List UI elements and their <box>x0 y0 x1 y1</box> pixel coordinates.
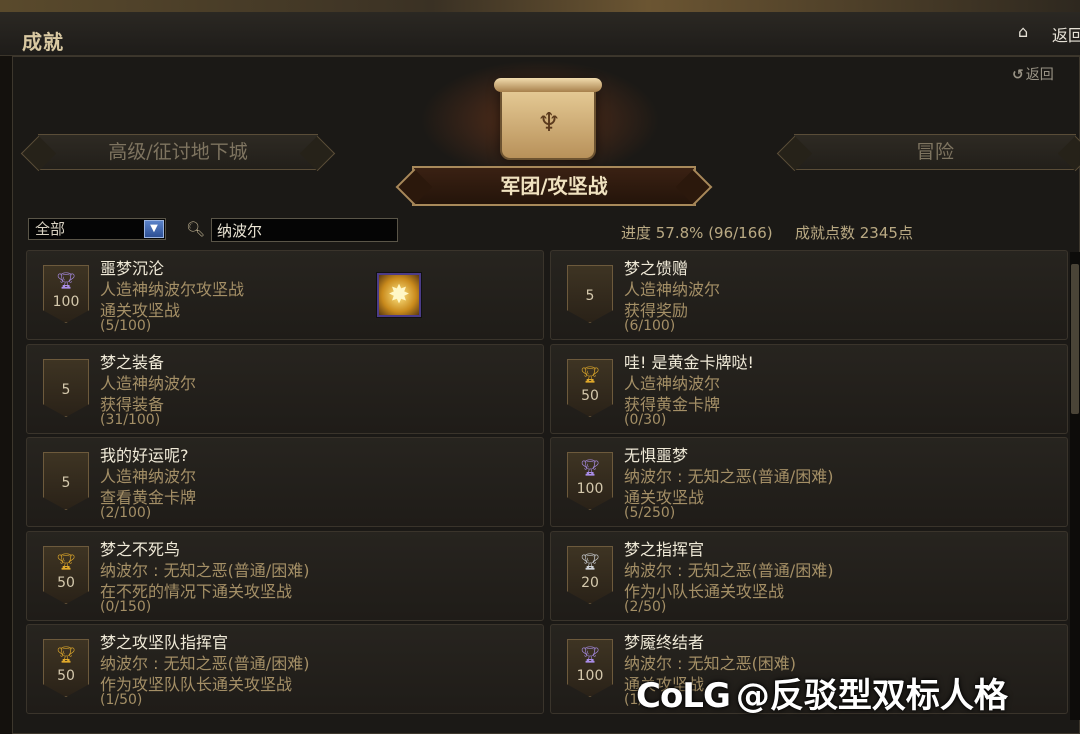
achievement-card[interactable]: 5 我的好运呢? 人造神纳波尔 查看黄金卡牌 (2/100) <box>26 437 544 527</box>
achievement-progress: (2/100) <box>100 505 152 521</box>
tab-legion-raid[interactable]: 军团/攻坚战 <box>412 166 696 206</box>
points-badge: 5 <box>43 452 89 510</box>
chevron-down-icon[interactable]: ▼ <box>144 220 164 238</box>
points-badge: 🏆︎ 100 <box>567 639 613 697</box>
achievement-card[interactable]: 5 梦之馈赠 人造神纳波尔 获得奖励 (6/100) <box>550 250 1068 340</box>
achievement-progress: (1/50) <box>100 692 143 708</box>
window-back-button[interactable]: 返回 <box>1052 22 1080 46</box>
return-icon: ↺ <box>1012 67 1024 83</box>
panel-back-label: 返回 <box>1025 67 1054 83</box>
trophy-icon: 🏆︎ <box>55 271 77 290</box>
home-icon[interactable]: ⌂ <box>1018 22 1038 42</box>
achievement-card[interactable]: 🏆︎ 100 噩梦沉沦 人造神纳波尔攻坚战 通关攻坚战 (5/100) ✸ <box>26 250 544 340</box>
window-header <box>0 12 1080 56</box>
achievement-progress: (0/30) <box>624 412 667 428</box>
points-badge: 🏆︎ 100 <box>43 265 89 323</box>
points-badge: 🏆︎ 100 <box>567 452 613 510</box>
achievement-progress: (31/100) <box>100 412 161 428</box>
achievement-progress: (2/50) <box>624 599 667 615</box>
window-title: 成就 <box>22 30 64 54</box>
achievement-card[interactable]: 🏆︎ 100 无惧噩梦 纳波尔 : 无知之恶(普通/困难) 通关攻坚战 (5/25… <box>550 437 1068 527</box>
progress-text: 进度 57.8% (96/166) <box>621 224 773 242</box>
scrollbar-thumb[interactable] <box>1071 264 1079 414</box>
achievement-points: 成就点数 2345点 <box>795 224 913 242</box>
game-background-strip <box>0 0 1080 12</box>
filter-selected-value: 全部 <box>35 220 66 238</box>
achievement-card[interactable]: 🏆︎ 50 哇! 是黄金卡牌哒! 人造神纳波尔 获得黄金卡牌 (0/30) <box>550 344 1068 434</box>
trophy-icon: 🏆︎ <box>55 552 77 571</box>
watermark-text: @反驳型双标人格 <box>735 676 1008 716</box>
achievement-card[interactable]: 🏆︎ 20 梦之指挥官 纳波尔 : 无知之恶(普通/困难) 作为小队长通关攻坚战 … <box>550 531 1068 621</box>
tab-advanced-dungeon[interactable]: 高级/征讨地下城 <box>38 134 318 170</box>
points-badge: 🏆︎ 50 <box>43 639 89 697</box>
filter-dropdown[interactable]: 全部 ▼ <box>28 218 166 240</box>
trophy-icon: 🏆︎ <box>55 645 77 664</box>
list-scrollbar[interactable] <box>1070 252 1080 720</box>
tab-adventure[interactable]: 冒险 <box>794 134 1076 170</box>
achievement-progress: (0/150) <box>100 599 152 615</box>
achievement-list: 🏆︎ 100 噩梦沉沦 人造神纳波尔攻坚战 通关攻坚战 (5/100) ✸ 5 梦… <box>26 250 1070 720</box>
achievement-progress: (6/100) <box>624 318 676 334</box>
scroll-emblem-icon: ♆ <box>494 78 602 160</box>
achievement-progress: (5/250) <box>624 505 676 521</box>
watermark: CoLG @反驳型双标人格 <box>636 668 1008 717</box>
trophy-icon: 🏆︎ <box>579 458 601 477</box>
panel-back-button[interactable]: ↺ 返回 <box>1012 64 1054 84</box>
achievement-card[interactable]: 🏆︎ 50 梦之攻坚队指挥官 纳波尔 : 无知之恶(普通/困难) 作为攻坚队队长通… <box>26 624 544 714</box>
search-icon: 🔍︎ <box>186 220 206 238</box>
demon-crest-icon: ♆ <box>537 108 561 138</box>
points-badge: 5 <box>567 265 613 323</box>
points-badge: 🏆︎ 20 <box>567 546 613 604</box>
achievement-card[interactable]: 🏆︎ 50 梦之不死鸟 纳波尔 : 无知之恶(普通/困难) 在不死的情况下通关攻坚… <box>26 531 544 621</box>
achievement-card[interactable]: 5 梦之装备 人造神纳波尔 获得装备 (31/100) <box>26 344 544 434</box>
trophy-icon: 🏆︎ <box>579 365 601 384</box>
points-badge: 🏆︎ 50 <box>567 359 613 417</box>
search-input[interactable] <box>211 218 398 242</box>
points-badge: 🏆︎ 50 <box>43 546 89 604</box>
points-badge: 5 <box>43 359 89 417</box>
achievement-progress: (5/100) <box>100 318 152 334</box>
colg-logo: CoLG <box>636 676 731 716</box>
trophy-icon: 🏆︎ <box>579 552 601 571</box>
trophy-icon: 🏆︎ <box>579 645 601 664</box>
reward-star-icon[interactable]: ✸ <box>377 273 421 317</box>
